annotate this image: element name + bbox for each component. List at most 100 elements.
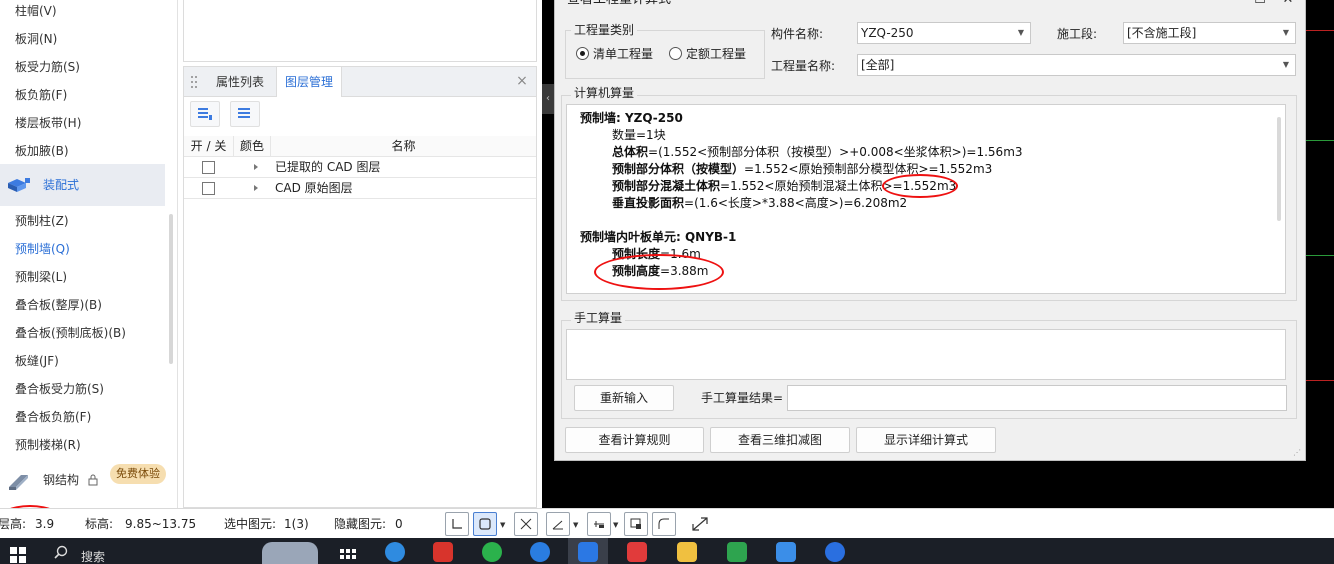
calc-line-total-volume: 总体积=(1.552<预制部分体积（按模型）>+0.008<坐浆体积>)=1.5… — [612, 145, 1023, 159]
construction-stage-label: 施工段: — [1057, 27, 1098, 41]
ortho-toggle[interactable] — [445, 512, 469, 536]
show-detail-formula-button[interactable]: 显示详细计算式 — [856, 427, 996, 453]
pdf-app-icon[interactable] — [627, 542, 647, 562]
task-view-icon[interactable] — [340, 549, 356, 564]
cad-app-icon[interactable] — [776, 542, 796, 562]
blue-g-app-icon[interactable] — [825, 542, 845, 562]
layer-display-toggle[interactable] — [624, 512, 648, 536]
sidebar-item-slab-hole[interactable]: 板洞(N) — [15, 29, 57, 49]
view-rules-button[interactable]: 查看计算规则 — [565, 427, 704, 453]
wps-icon[interactable] — [433, 542, 453, 562]
free-trial-badge[interactable]: 免费体验 — [110, 464, 166, 484]
component-name-select[interactable]: YZQ-250 ▼ — [857, 22, 1031, 44]
minimize-icon[interactable]: — — [1217, 0, 1243, 11]
taskbar-search[interactable]: 搜索 — [48, 542, 248, 564]
windows-taskbar: 搜索 — [0, 538, 1334, 564]
calc-scrollbar[interactable] — [1277, 117, 1281, 221]
chevron-down-icon[interactable]: ▼ — [500, 521, 505, 529]
table-row[interactable]: 已提取的 CAD 图层 — [184, 157, 536, 178]
radio-quota-quantity[interactable] — [669, 47, 682, 60]
drag-grip-icon[interactable] — [190, 75, 198, 89]
sidebar-item-composite-slab-full[interactable]: 叠合板(整厚)(B) — [15, 295, 102, 315]
app-search-icon[interactable] — [530, 542, 550, 562]
sidebar-item-slab-joint[interactable]: 板缝(JF) — [15, 351, 59, 371]
green-app-icon[interactable] — [727, 542, 747, 562]
expand-arrow-icon[interactable] — [254, 164, 258, 170]
sidebar-item-slab-neg-rebar[interactable]: 板负筋(F) — [15, 85, 67, 105]
steel-beam-icon — [9, 475, 28, 490]
chevron-down-icon[interactable]: ▼ — [573, 521, 578, 529]
ortho-icon — [452, 519, 462, 529]
sidebar-item-composite-slab-base[interactable]: 叠合板(预制底板)(B) — [15, 323, 126, 343]
sidebar-scrollbar[interactable] — [169, 214, 173, 364]
radio-list-quantity-label[interactable]: 清单工程量 — [593, 46, 653, 62]
selected-elements-label: 选中图元: — [224, 517, 277, 531]
taskbar-thumbnail[interactable] — [262, 542, 318, 564]
arc-icon — [658, 518, 669, 529]
tab-property-list[interactable]: 属性列表 — [208, 67, 272, 97]
category-prefab[interactable]: 装配式 — [0, 164, 165, 206]
layer-visible-checkbox[interactable] — [202, 182, 215, 195]
construction-stage-value: [不含施工段] — [1127, 26, 1197, 40]
reinput-button[interactable]: 重新输入 — [574, 385, 674, 411]
edge-browser-icon[interactable] — [385, 542, 405, 562]
file-explorer-icon[interactable] — [677, 542, 697, 562]
maximize-icon[interactable]: ☐ — [1247, 0, 1273, 11]
cross-select-toggle[interactable] — [514, 512, 538, 536]
prefab-blocks-icon — [8, 178, 30, 192]
category-steel-label: 钢结构 — [43, 473, 80, 487]
sidebar-item-slab-haunch[interactable]: 板加腋(B) — [15, 141, 69, 161]
radio-list-quantity[interactable] — [576, 47, 589, 60]
close-icon[interactable]: × — [516, 74, 528, 88]
angle-toggle[interactable] — [546, 512, 570, 536]
glodon-app-icon[interactable] — [578, 542, 598, 562]
windows-start-icon[interactable] — [10, 547, 26, 563]
tab-layer-management[interactable]: 图层管理 — [276, 67, 343, 97]
table-header-row: 开 / 关 颜色 名称 — [184, 136, 536, 157]
computer-calc-group-label: 计算机算量 — [571, 86, 638, 100]
expand-arrow-icon[interactable] — [254, 185, 258, 191]
sidebar-item-prefab-wall[interactable]: 预制墙(Q) — [15, 239, 70, 259]
manual-calc-textbox[interactable] — [566, 329, 1286, 380]
category-steel[interactable]: 钢结构 免费体验 — [0, 462, 170, 496]
snap-box-toggle[interactable] — [473, 512, 497, 536]
dialog-title: 查看工程量计算式 — [567, 0, 671, 11]
expand-icon[interactable] — [691, 516, 709, 532]
dimension-toggle[interactable] — [587, 512, 611, 536]
resize-grip-icon[interactable]: ⋰ — [1293, 448, 1303, 458]
table-row[interactable]: CAD 原始图层 — [184, 178, 536, 199]
sidebar-item-composite-neg-rebar[interactable]: 叠合板负筋(F) — [15, 407, 91, 427]
search-placeholder: 搜索 — [81, 550, 106, 564]
sidebar-item-slab-rebar[interactable]: 板受力筋(S) — [15, 57, 80, 77]
component-tree-sidebar: 柱帽(V) 板洞(N) 板受力筋(S) 板负筋(F) 楼层板带(H) 板加腋(B… — [0, 0, 178, 508]
arc-toggle[interactable] — [652, 512, 676, 536]
chevron-down-icon: ▼ — [1282, 60, 1289, 69]
sidebar-item-prefab-stair[interactable]: 预制楼梯(R) — [15, 435, 81, 455]
layer-tool-button-1[interactable] — [190, 101, 220, 127]
sidebar-item-prefab-column[interactable]: 预制柱(Z) — [15, 211, 69, 231]
layer-list-add-icon — [198, 108, 212, 120]
floor-height-label: 层高: — [0, 517, 27, 531]
sidebar-item-column-cap[interactable]: 柱帽(V) — [15, 1, 57, 21]
col-header-color: 颜色 — [234, 136, 271, 157]
wechat-icon[interactable] — [482, 542, 502, 562]
panel-tab-bar: 属性列表 图层管理 × — [184, 67, 536, 97]
quantity-type-group-label: 工程量类别 — [571, 23, 638, 37]
angle-icon — [552, 520, 563, 530]
radio-quota-quantity-label[interactable]: 定额工程量 — [686, 46, 746, 62]
lock-icon — [88, 474, 98, 486]
calc-line-projected-area: 垂直投影面积=(1.6<长度>*3.88<高度>)=6.208m2 — [612, 196, 908, 210]
sidebar-item-prefab-beam[interactable]: 预制梁(L) — [15, 267, 67, 287]
manual-result-field[interactable] — [787, 385, 1287, 411]
sidebar-item-floor-band[interactable]: 楼层板带(H) — [15, 113, 81, 133]
construction-stage-select[interactable]: [不含施工段] ▼ — [1123, 22, 1296, 44]
close-icon[interactable]: ✕ — [1275, 0, 1301, 11]
chevron-down-icon[interactable]: ▼ — [613, 521, 618, 529]
sidebar-item-composite-rebar[interactable]: 叠合板受力筋(S) — [15, 379, 104, 399]
collapse-panel-arrow[interactable]: ‹ — [542, 84, 554, 114]
col-header-name: 名称 — [391, 139, 416, 153]
quantity-name-select[interactable]: [全部] ▼ — [857, 54, 1296, 76]
view-3d-deduction-button[interactable]: 查看三维扣减图 — [710, 427, 850, 453]
layer-visible-checkbox[interactable] — [202, 161, 215, 174]
layer-tool-button-2[interactable] — [230, 101, 260, 127]
